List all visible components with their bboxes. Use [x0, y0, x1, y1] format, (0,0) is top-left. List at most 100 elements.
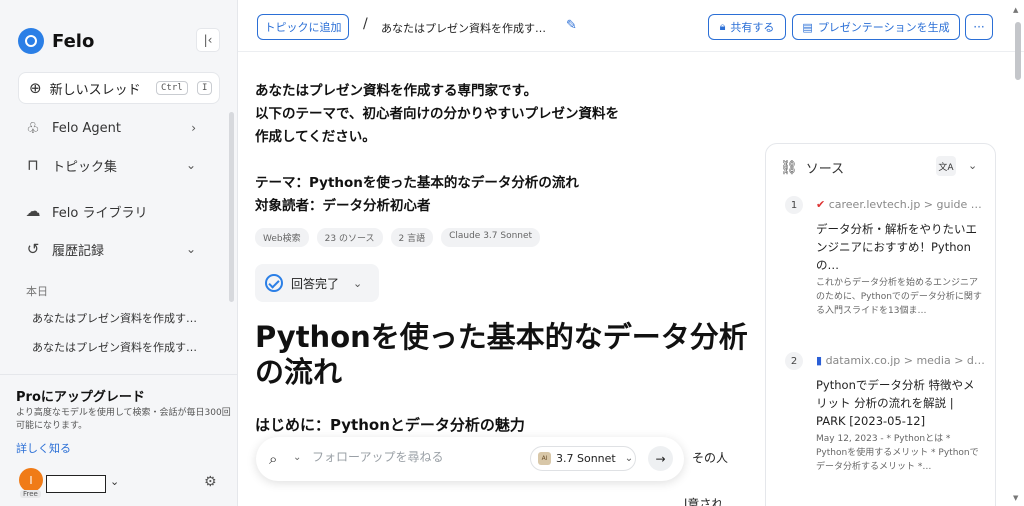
source-snippet: May 12, 2023 - * Pythonとは * Pythonを使用するメ… — [816, 434, 979, 472]
sources-title: ソース — [805, 162, 845, 177]
search-icon[interactable]: ⌕ — [269, 450, 277, 468]
avatar-initial: I — [29, 473, 33, 487]
share-button[interactable]: 🔒︎ 共有する — [708, 14, 786, 40]
chevron-down-icon: ⌄ — [185, 158, 196, 172]
scroll-up-arrow-icon[interactable]: ▲ — [1013, 6, 1018, 14]
lock-icon: 🔒︎ — [719, 20, 726, 33]
question-line — [255, 149, 675, 172]
source-snippet: これからデータ分析を始めるエンジニアのために、Pythonでのデータ分析に関する… — [816, 278, 982, 316]
more-options-button[interactable]: ··· — [965, 14, 993, 40]
question-line: 作成してください。 — [255, 129, 376, 145]
user-name-box[interactable] — [46, 475, 106, 493]
brand-name: Felo — [52, 30, 95, 52]
source-number: 1 — [785, 196, 803, 214]
history-section-today: 本日 — [26, 285, 48, 298]
scroll-down-arrow-icon[interactable]: ▼ — [1013, 494, 1018, 502]
sources-header: ⛓ ソース — [780, 158, 845, 178]
source-number: 2 — [785, 352, 803, 370]
anthropic-logo-icon: AI — [538, 452, 551, 465]
new-chat-icon: ⊕ — [29, 79, 42, 97]
collapse-sidebar-button[interactable]: |‹ — [196, 28, 220, 52]
source-domain: ✔ career.levtech.jp > guide … — [816, 198, 982, 211]
answer-heading: Pythonを使った基本的なデータ分析の流れ — [255, 320, 748, 389]
chevron-right-icon: › — [191, 121, 196, 135]
history-icon: ↺ — [26, 240, 40, 258]
sidebar-item-label: 履歴記録 — [52, 243, 105, 259]
new-thread-label: 新しいスレッド — [49, 82, 141, 98]
link-icon: ⛓ — [780, 159, 798, 176]
source-title: データ分析・解析をやりたいエンジニアにおすすめ！Pythonの… — [816, 222, 977, 272]
add-to-topic-button[interactable]: トピックに追加 — [257, 14, 349, 40]
brand-logo[interactable]: Felo — [18, 28, 94, 54]
site-favicon-icon: ✔ — [816, 198, 829, 211]
sidebar-scrollbar[interactable] — [229, 112, 234, 302]
sidebar-item-label: Felo ライブラリ — [52, 205, 148, 221]
tag-model: Claude 3.7 Sonnet — [441, 228, 541, 247]
send-button[interactable]: → — [648, 446, 673, 471]
share-label: 共有する — [730, 21, 775, 34]
model-name: 3.7 Sonnet — [556, 452, 616, 465]
question-line: 以下のテーマで、初心者向けの分かりやすいプレゼン資料を — [255, 106, 619, 122]
top-header: トピックに追加 / あなたはプレゼン資料を作成す… ✎ 🔒︎ 共有する ▤ プレ… — [238, 0, 1024, 52]
pro-upgrade-title: Proにアップグレード — [16, 390, 145, 405]
presentation-icon: ▤ — [802, 20, 813, 34]
generate-presentation-button[interactable]: ▤ プレゼンテーションを生成 — [792, 14, 960, 40]
history-item[interactable]: あなたはプレゼン資料を作成す… — [32, 310, 207, 326]
source-domain: ▮ datamix.co.jp > media > d… — [816, 354, 985, 367]
followup-input[interactable] — [312, 450, 512, 464]
question-line: 対象読者：データ分析初心者 — [255, 198, 431, 214]
partial-text: l意され — [684, 497, 724, 506]
sidebar: Felo |‹ ⊕ 新しいスレッド Ctrl I ♧ Felo Agent › … — [0, 0, 238, 506]
shortcut-i: I — [197, 81, 213, 95]
sidebar-item-history[interactable]: ↺ 履歴記録 ⌄ — [24, 236, 220, 262]
source-title: Pythonでデータ分析 特徴やメリット 分析の流れを解説 | PARK [20… — [816, 378, 975, 428]
chevron-down-icon: ⌄ — [353, 276, 363, 290]
tag-sources[interactable]: 23 のソース — [316, 228, 383, 247]
main-scrollbar-thumb[interactable] — [1015, 22, 1021, 80]
breadcrumb-separator: / — [363, 16, 368, 32]
sidebar-divider — [0, 374, 238, 375]
plan-badge: Free — [20, 490, 41, 498]
generate-presentation-label: プレゼンテーションを生成 — [817, 21, 950, 34]
gear-icon[interactable]: ⚙ — [204, 474, 217, 490]
check-circle-icon — [265, 274, 283, 292]
felo-logo-icon — [18, 28, 44, 54]
chevron-down-icon: ⌄ — [185, 242, 196, 256]
status-label: 回答完了 — [291, 276, 340, 291]
history-item[interactable]: あなたはプレゼン資料を作成す… — [32, 339, 207, 355]
sidebar-item-topics[interactable]: ⊓ トピック集 ⌄ — [24, 152, 220, 178]
chevron-down-icon[interactable]: ⌄ — [293, 452, 301, 463]
answer-status-toggle[interactable]: 回答完了 ⌄ — [255, 264, 379, 302]
sidebar-item-library[interactable]: ☁ Felo ライブラリ — [24, 198, 220, 224]
model-selector[interactable]: AI 3.7 Sonnet ⌄ — [530, 446, 636, 471]
translate-button[interactable]: 文A — [936, 156, 956, 176]
learn-more-link[interactable]: 詳しく知る — [16, 440, 71, 456]
app-window: Felo |‹ ⊕ 新しいスレッド Ctrl I ♧ Felo Agent › … — [0, 0, 1024, 506]
sidebar-item-label: トピック集 — [52, 159, 118, 175]
agent-icon: ♧ — [26, 119, 40, 137]
chevron-down-icon[interactable]: ⌄ — [110, 475, 119, 488]
avatar[interactable]: I — [19, 468, 43, 492]
edit-icon[interactable]: ✎ — [566, 18, 577, 33]
followup-bar: ⌕ ⌄ AI 3.7 Sonnet ⌄ → — [256, 437, 684, 481]
arrow-right-icon: → — [655, 451, 666, 466]
bookmark-icon: ⊓ — [27, 156, 39, 174]
shortcut-ctrl: Ctrl — [156, 81, 188, 95]
chevron-down-icon[interactable]: ⌄ — [968, 159, 977, 172]
answer-tags: Web検索 23 のソース 2 言語 Claude 3.7 Sonnet — [255, 228, 541, 247]
chevron-down-icon: ⌄ — [624, 453, 634, 464]
sources-panel: ⛓ ソース 文A ⌄ 1 ✔ career.levtech.jp > guide… — [765, 143, 996, 506]
new-thread-button[interactable]: ⊕ 新しいスレッド Ctrl I — [18, 72, 220, 104]
sidebar-item-felo-agent[interactable]: ♧ Felo Agent › — [24, 115, 220, 141]
answer-subheading: はじめに：Pythonとデータ分析の魅力 — [255, 416, 525, 434]
question-line: あなたはプレゼン資料を作成する専門家です。 — [255, 83, 538, 99]
collapse-left-icon: |‹ — [203, 33, 213, 47]
user-question: あなたはプレゼン資料を作成する専門家です。 以下のテーマで、初心者向けの分かりや… — [255, 80, 675, 218]
tag-languages: 2 言語 — [390, 228, 434, 247]
partial-text: その人 — [692, 451, 729, 465]
sidebar-item-label: Felo Agent — [52, 120, 121, 136]
thread-title: あなたはプレゼン資料を作成す… — [381, 22, 546, 35]
tag-web-search: Web検索 — [255, 228, 309, 247]
site-favicon-icon: ▮ — [816, 354, 826, 367]
cloud-upload-icon: ☁ — [25, 202, 41, 220]
